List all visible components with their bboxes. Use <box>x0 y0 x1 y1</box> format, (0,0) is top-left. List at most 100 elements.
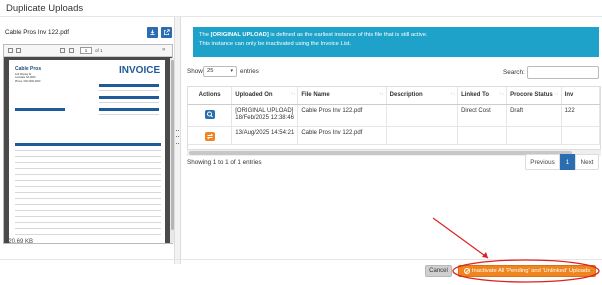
pdf-viewer-toolbar: 1 of 1 » <box>4 45 172 57</box>
address-line: Phone: 000 0000-0000 <box>15 79 41 83</box>
file-name-cell: Cable Pros Inv 122.pdf <box>297 126 387 145</box>
procore-status-cell <box>506 126 562 145</box>
invoice-rule <box>15 180 161 181</box>
invoice-rule <box>15 198 161 199</box>
description-cell <box>386 126 459 145</box>
search-input[interactable] <box>527 66 599 79</box>
search-label: Search: <box>503 69 525 76</box>
invoice-rule <box>99 90 159 91</box>
swap-upload-button[interactable] <box>204 131 215 141</box>
external-link-icon <box>164 29 170 35</box>
invoice-header-bar <box>99 108 159 111</box>
invoice-rule <box>15 234 161 235</box>
invoice-rule <box>15 168 161 169</box>
linked-to-cell <box>457 126 508 145</box>
linked-to-cell: Direct Cost <box>457 104 508 127</box>
invoice-title: INVOICE <box>119 65 161 76</box>
table-row: [ORIGINAL UPLOAD] 18/Feb/2025 12:38:46 Ca… <box>188 104 600 127</box>
info-line-1: The [ORIGINAL UPLOAD] is defined as the … <box>199 31 593 40</box>
invoice-rule <box>99 114 159 115</box>
dialog-header: Duplicate Uploads <box>0 0 602 17</box>
next-page-button[interactable]: Next <box>575 154 599 170</box>
show-label: Show <box>187 68 203 75</box>
uploaded-on-cell: 13/Aug/2025 14:54:21 <box>231 126 299 145</box>
duplicate-uploads-table: Actions Uploaded On ↑↓ File Name ↑↓ Descri… <box>187 86 601 150</box>
page-size-select[interactable]: 25 ▾ <box>203 66 237 77</box>
invoice-header-bar <box>99 84 159 87</box>
invoice-header-bar <box>99 96 159 99</box>
sort-icon: ↑↓ <box>554 91 559 96</box>
info-text: The <box>199 32 211 38</box>
pdf-viewer[interactable]: 1 of 1 » Cable Pros 123 Montay St Lonsda… <box>3 44 175 244</box>
inactivate-all-button[interactable]: Inactivate All 'Pending' and 'Unlinked' … <box>458 265 596 277</box>
invoice-rule <box>15 204 161 205</box>
inactivate-all-label: Inactivate All 'Pending' and 'Unlinked' … <box>471 268 591 274</box>
view-upload-button[interactable] <box>204 109 215 119</box>
download-button[interactable] <box>147 27 158 38</box>
download-icon <box>150 29 155 36</box>
entries-label: entries <box>240 68 259 75</box>
invoice-rule <box>15 156 161 157</box>
table-scroll-thumb[interactable] <box>189 151 572 155</box>
page-size-value: 25 <box>207 68 214 74</box>
splitter-grip-icon[interactable] <box>176 130 179 144</box>
file-name-cell: Cable Pros Inv 122.pdf <box>297 104 387 127</box>
table-header-row: Actions Uploaded On ↑↓ File Name ↑↓ Descri… <box>188 87 600 105</box>
sort-icon: ↑↓ <box>450 91 456 96</box>
search-icon <box>206 111 213 117</box>
column-header-procore-status[interactable]: Procore Status ↑↓ <box>506 87 562 105</box>
invoice-company: Cable Pros <box>15 66 42 72</box>
column-header-actions: Actions <box>188 87 233 105</box>
invoice-rule <box>15 162 161 163</box>
uploaded-on-cell: [ORIGINAL UPLOAD] 18/Feb/2025 12:38:46 <box>231 104 299 127</box>
sidebar-toggle-icon[interactable] <box>8 48 13 53</box>
annotation-arrow-line <box>432 217 489 259</box>
column-header-linked-to[interactable]: Linked To ↑↓ <box>457 87 508 105</box>
page-down-icon[interactable] <box>69 48 74 53</box>
invoice-table-header <box>15 143 161 146</box>
invoice-page: Cable Pros 123 Montay St Lonsdale GA 000… <box>9 60 165 243</box>
invoice-header-bar <box>15 108 65 111</box>
sort-icon: ↑↓ <box>290 91 296 96</box>
dialog-title: Duplicate Uploads <box>6 3 84 14</box>
previous-page-button[interactable]: Previous <box>525 154 560 170</box>
invoice-rule <box>15 174 161 175</box>
info-line-2: This instance can only be inactivated us… <box>199 41 352 47</box>
footer-divider <box>0 259 602 260</box>
invoice-rule <box>99 102 159 103</box>
page-up-icon[interactable] <box>60 48 65 53</box>
procore-status-cell: Draft <box>506 104 562 127</box>
preview-file-name: Cable Pros Inv 122.pdf <box>5 29 70 36</box>
sort-icon: ↑↓ <box>379 91 384 96</box>
page-number-input[interactable]: 1 <box>80 47 92 54</box>
column-header-uploaded-on[interactable]: Uploaded On ↑↓ <box>231 87 299 105</box>
ban-icon <box>463 268 470 274</box>
invoice-rule <box>15 228 161 229</box>
pane-splitter[interactable] <box>174 17 181 264</box>
invoice-address: 123 Montay St Lonsdale GA 0000 Phone: 00… <box>15 73 40 83</box>
actions-cell <box>188 126 233 145</box>
inv-cell <box>561 126 600 145</box>
invoice-rule <box>15 150 161 151</box>
column-header-description[interactable]: Description ↑↓ <box>386 87 459 105</box>
invoice-rule <box>15 210 161 211</box>
table-row: 13/Aug/2025 14:54:21 Cable Pros Inv 122.… <box>188 126 600 145</box>
page-1-button[interactable]: 1 <box>560 154 575 170</box>
open-external-button[interactable] <box>161 27 172 38</box>
actions-cell <box>188 104 233 127</box>
file-size: 620.69 KB <box>5 239 34 245</box>
original-upload-tag: [ORIGINAL UPLOAD] <box>235 107 294 114</box>
file-preview-pane: Cable Pros Inv 122.pdf 1 of 1 » Cable Pr… <box>0 17 178 264</box>
find-icon[interactable] <box>16 48 21 53</box>
cancel-button[interactable]: Cancel <box>425 265 452 277</box>
annotation-arrow-head <box>482 252 488 258</box>
chevron-down-icon: ▾ <box>230 68 233 74</box>
column-header-file-name[interactable]: File Name ↑↓ <box>297 87 387 105</box>
more-tools-icon[interactable]: » <box>162 47 165 53</box>
uploaded-timestamp: 18/Feb/2025 12:38:46 <box>235 115 294 121</box>
uploaded-timestamp: 13/Aug/2025 14:54:21 <box>235 129 295 136</box>
invoice-rule <box>15 222 161 223</box>
invoice-rule <box>15 192 161 193</box>
column-header-inv[interactable]: Inv <box>561 87 600 105</box>
invoice-rule <box>15 216 161 217</box>
